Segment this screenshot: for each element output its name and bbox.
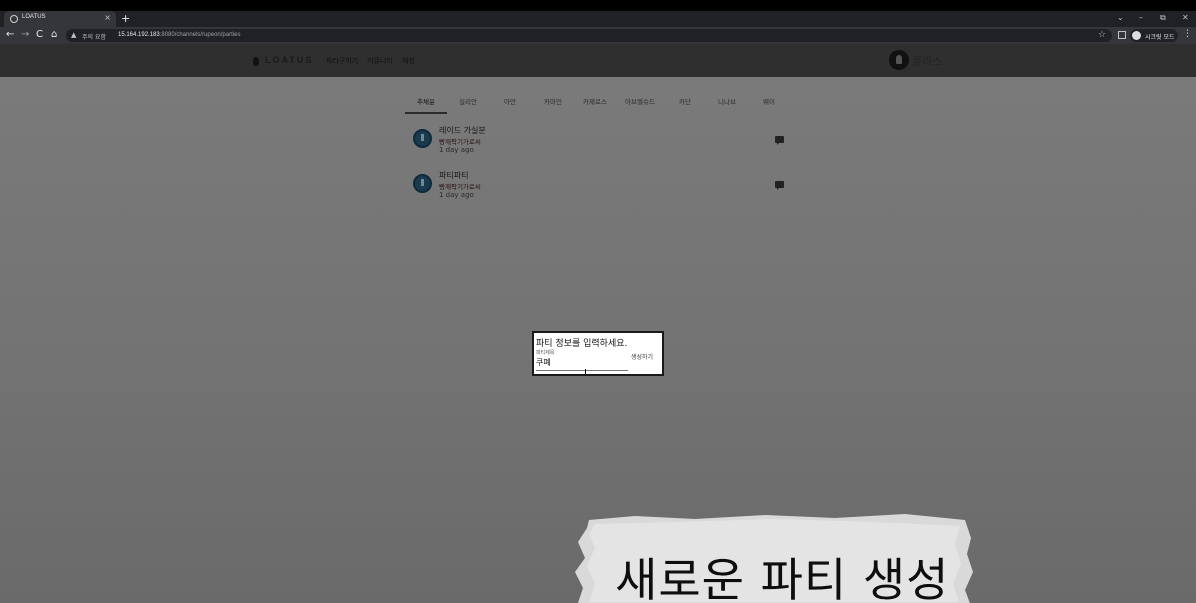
content-tabs: 추채윤 실리안 아만 카마인 카제로스 아브렐슈드 카단 니나브 웨이 — [405, 96, 790, 114]
party-title: 파티파티 — [439, 171, 469, 180]
video-caption: 새로운 파티 생성 — [575, 514, 975, 603]
security-warning: 주의 요함 — [82, 34, 106, 41]
tab-close-icon[interactable]: × — [104, 13, 111, 23]
party-title: 레이드 가실분 — [439, 126, 486, 135]
nav-matching[interactable]: 매칭 — [402, 56, 415, 66]
dialog-title: 파티 정보를 입력하세요. — [536, 339, 628, 349]
url-text: 15.164.192.183:8080/channels/rupeon/part… — [118, 32, 241, 38]
back-icon[interactable]: ← — [6, 29, 14, 41]
party-owner: 빵깨팍기가로씨 — [439, 138, 481, 146]
user-avatar[interactable] — [889, 50, 909, 70]
active-tab-indicator — [405, 112, 447, 114]
tab-1[interactable]: 실리안 — [447, 96, 489, 106]
home-icon[interactable]: ⌂ — [51, 29, 57, 41]
forward-icon[interactable]: → — [21, 29, 29, 41]
party-owner: 빵깨팍기가로씨 — [439, 183, 481, 191]
site-header: LOATUS 파티구하기 커뮤니티 매칭 룰라스 — [0, 44, 1196, 77]
address-bar[interactable]: ▲ 주의 요함 15.164.192.183:8080/channels/rup… — [66, 29, 1112, 42]
minimize-button[interactable]: – — [1139, 12, 1143, 24]
top-black-strip — [0, 0, 1196, 11]
reload-icon[interactable]: C — [36, 29, 43, 41]
side-panel-icon[interactable] — [1118, 31, 1126, 39]
party-time: 1 day ago — [439, 191, 474, 199]
nav-community[interactable]: 커뮤니티 — [367, 56, 393, 66]
power-icon — [413, 129, 432, 148]
logo-icon — [253, 57, 259, 66]
close-window-button[interactable]: ✕ — [1182, 12, 1189, 24]
party-list-item[interactable]: 파티파티 빵깨팍기가로씨 1 day ago — [410, 170, 790, 206]
create-party-dialog: 파티 정보를 입력하세요. 파티제목 쿠폐 생성하기 — [532, 331, 664, 376]
nav-find-party[interactable]: 파티구하기 — [326, 56, 358, 66]
browser-toolbar: ← → C ⌂ ▲ 주의 요함 15.164.192.183:8080/chan… — [0, 27, 1196, 44]
browser-tab[interactable]: LOATUS × — [4, 11, 116, 27]
browser-menu-icon[interactable]: ⋮ — [1183, 29, 1192, 39]
party-title-label: 파티제목 — [536, 350, 555, 356]
tab-5[interactable]: 아브렐슈드 — [619, 96, 661, 106]
chat-icon[interactable] — [775, 181, 784, 190]
party-title-input[interactable]: 쿠폐 — [536, 357, 551, 368]
tab-6[interactable]: 카단 — [664, 96, 706, 106]
warning-icon: ▲ — [71, 31, 77, 39]
party-list-item[interactable]: 레이드 가실분 빵깨팍기가로씨 1 day ago — [410, 125, 790, 161]
power-icon — [413, 174, 432, 193]
tab-search-icon[interactable]: ⌄ — [1117, 12, 1124, 24]
tab-8[interactable]: 웨이 — [748, 96, 790, 106]
tab-3[interactable]: 카마인 — [532, 96, 574, 106]
site-logo[interactable]: LOATUS — [265, 55, 313, 65]
tab-title: LOATUS — [22, 14, 46, 20]
chat-icon[interactable] — [775, 136, 784, 145]
user-name[interactable]: 룰라스 — [912, 53, 942, 69]
profile-label: 시크릿 모드 — [1145, 34, 1175, 41]
create-button[interactable]: 생성하기 — [631, 352, 653, 361]
input-underline — [536, 370, 628, 371]
globe-icon — [10, 15, 18, 23]
incognito-chip[interactable]: 시크릿 모드 — [1130, 29, 1178, 42]
text-cursor — [585, 369, 586, 375]
tab-2[interactable]: 아만 — [489, 96, 531, 106]
incognito-icon — [1132, 31, 1141, 40]
browser-tab-strip: LOATUS × + ⌄ – ⧉ ✕ — [0, 11, 1196, 27]
restore-button[interactable]: ⧉ — [1160, 12, 1166, 24]
new-tab-button[interactable]: + — [121, 12, 130, 25]
tab-4[interactable]: 카제로스 — [574, 96, 616, 106]
tab-0[interactable]: 추채윤 — [405, 96, 447, 106]
party-time: 1 day ago — [439, 146, 474, 154]
caption-text: 새로운 파티 생성 — [615, 553, 950, 603]
bookmark-star-icon[interactable]: ☆ — [1098, 30, 1106, 40]
tab-7[interactable]: 니나브 — [706, 96, 748, 106]
page-content: LOATUS 파티구하기 커뮤니티 매칭 룰라스 추채윤 실리안 아만 카마인 … — [0, 44, 1196, 603]
